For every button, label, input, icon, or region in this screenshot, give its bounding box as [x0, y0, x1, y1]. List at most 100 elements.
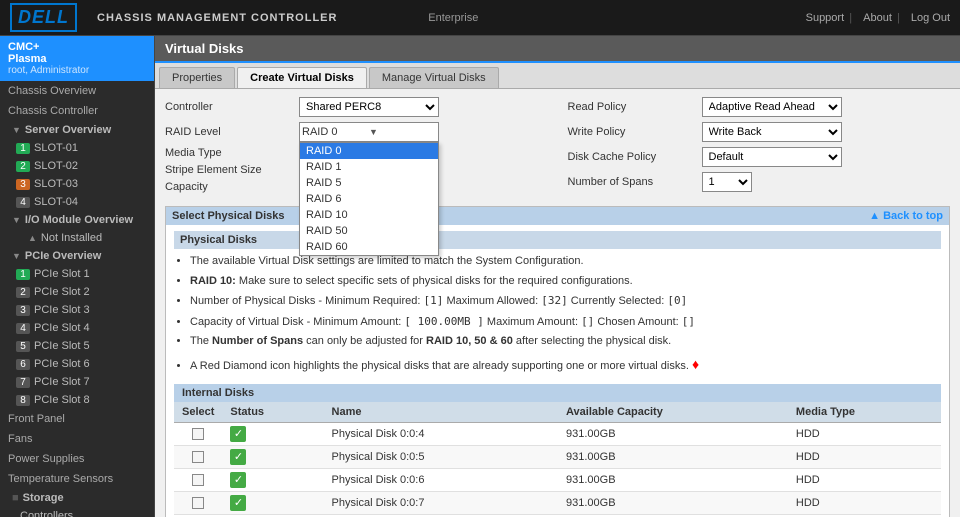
header: DELL CHASSIS MANAGEMENT CONTROLLER Enter…	[0, 0, 960, 36]
note-3: Number of Physical Disks - Minimum Requi…	[190, 292, 941, 311]
raid-option-0[interactable]: RAID 0	[300, 143, 438, 159]
content-area: Controller Shared PERC8 RAID Level RAID …	[155, 89, 960, 517]
sidebar-item-pcie-slot-3[interactable]: 3 PCIe Slot 3	[0, 301, 154, 319]
sidebar-item-front-panel[interactable]: Front Panel	[0, 409, 154, 429]
sidebar-item-slot-03[interactable]: 3 SLOT-03	[0, 175, 154, 193]
raid-option-5[interactable]: RAID 5	[300, 175, 438, 191]
controller-label: Controller	[165, 101, 295, 113]
disk-name-3: Physical Disk 0:0:7	[324, 491, 558, 514]
page-title: Virtual Disks	[155, 36, 960, 63]
raid-option-50[interactable]: RAID 50	[300, 223, 438, 239]
disk-cache-field: Default	[702, 147, 842, 167]
write-policy-label: Write Policy	[568, 126, 698, 138]
sidebar-item-slot-04[interactable]: 4 SLOT-04	[0, 193, 154, 211]
logout-link[interactable]: Log Out	[911, 12, 950, 24]
sidebar-item-pcie-slot-8[interactable]: 8 PCIe Slot 8	[0, 391, 154, 409]
app-title: CHASSIS MANAGEMENT CONTROLLER	[97, 12, 418, 24]
raid-level-label: RAID Level	[165, 126, 295, 138]
tab-create-virtual-disks[interactable]: Create Virtual Disks	[237, 67, 367, 88]
disk-media-0: HDD	[788, 422, 941, 445]
raid-option-10[interactable]: RAID 10	[300, 207, 438, 223]
disk-capacity-2: 931.00GB	[558, 468, 788, 491]
pcie-badge-8: 8	[16, 395, 30, 406]
disk-capacity-0: 931.00GB	[558, 422, 788, 445]
disk-checkbox-3[interactable]	[192, 497, 204, 509]
write-policy-select[interactable]: Write Back	[702, 122, 842, 142]
pcie-badge-4: 4	[16, 323, 30, 334]
disk-media-3: HDD	[788, 491, 941, 514]
sidebar-item-slot-01[interactable]: 1 SLOT-01	[0, 139, 154, 157]
disk-checkbox-cell	[174, 491, 222, 514]
tab-properties[interactable]: Properties	[159, 67, 235, 88]
sidebar-item-pcie-slot-7[interactable]: 7 PCIe Slot 7	[0, 373, 154, 391]
disk-status-2: ✓	[222, 468, 323, 491]
sidebar-item-chassis-controller[interactable]: Chassis Controller	[0, 101, 154, 121]
disk-status-icon-3: ✓	[230, 495, 246, 511]
select-physical-disks-section: Select Physical Disks ▲ Back to top Phys…	[165, 206, 950, 517]
sidebar-item-pcie-overview[interactable]: ▼ PCIe Overview	[0, 247, 154, 265]
disk-status-1: ✓	[222, 445, 323, 468]
about-link[interactable]: About	[863, 12, 892, 24]
col-status: Status	[222, 402, 323, 423]
sidebar-item-fans[interactable]: Fans	[0, 429, 154, 449]
write-policy-field: Write Back	[702, 122, 842, 142]
num-spans-select[interactable]: 1	[702, 172, 752, 192]
app-brand: CMC+	[8, 41, 146, 53]
sidebar-item-power-supplies[interactable]: Power Supplies	[0, 449, 154, 469]
sidebar-item-pcie-slot-4[interactable]: 4 PCIe Slot 4	[0, 319, 154, 337]
controller-row: Controller Shared PERC8	[165, 97, 548, 117]
disk-checkbox-2[interactable]	[192, 474, 204, 486]
col-capacity: Available Capacity	[558, 402, 788, 423]
read-policy-field: Adaptive Read Ahead	[702, 97, 842, 117]
sidebar-item-not-installed[interactable]: ▲ Not Installed	[0, 229, 154, 247]
disk-table: Select Status Name Available Capacity Me…	[174, 402, 941, 517]
edition-label: Enterprise	[428, 12, 478, 24]
sidebar-item-pcie-slot-5[interactable]: 5 PCIe Slot 5	[0, 337, 154, 355]
raid-dropdown-list: RAID 0 RAID 1 RAID 5 RAID 6 RAID 10 RAID…	[299, 142, 439, 256]
read-policy-row: Read Policy Adaptive Read Ahead	[568, 97, 951, 117]
support-link[interactable]: Support	[806, 12, 845, 24]
disk-checkbox-1[interactable]	[192, 451, 204, 463]
sidebar-item-pcie-slot-2[interactable]: 2 PCIe Slot 2	[0, 283, 154, 301]
pcie-badge-2: 2	[16, 287, 30, 298]
header-links: Support | About | Log Out	[800, 12, 950, 24]
raid-option-60[interactable]: RAID 60	[300, 239, 438, 255]
col-name: Name	[324, 402, 558, 423]
stripe-element-label: Stripe Element Size	[165, 164, 295, 176]
disk-cache-row: Disk Cache Policy Default	[568, 147, 951, 167]
read-policy-select[interactable]: Adaptive Read Ahead	[702, 97, 842, 117]
slot-badge-4: 4	[16, 197, 30, 208]
raid-option-6[interactable]: RAID 6	[300, 191, 438, 207]
sidebar-item-slot-02[interactable]: 2 SLOT-02	[0, 157, 154, 175]
sidebar-item-temp-sensors[interactable]: Temperature Sensors	[0, 469, 154, 489]
note-6: A Red Diamond icon highlights the physic…	[190, 353, 941, 376]
tab-manage-virtual-disks[interactable]: Manage Virtual Disks	[369, 67, 499, 88]
sidebar-item-pcie-slot-6[interactable]: 6 PCIe Slot 6	[0, 355, 154, 373]
username-label: root, Administrator	[8, 65, 146, 76]
disk-checkbox-0[interactable]	[192, 428, 204, 440]
sidebar-item-server-overview[interactable]: ▼ Server Overview	[0, 121, 154, 139]
sidebar-item-pcie-slot-1[interactable]: 1 PCIe Slot 1	[0, 265, 154, 283]
form-left-col: Controller Shared PERC8 RAID Level RAID …	[165, 97, 548, 198]
raid-level-value: RAID 0	[302, 126, 369, 138]
num-spans-field: 1	[702, 172, 752, 192]
raid-option-1[interactable]: RAID 1	[300, 159, 438, 175]
layout: CMC+ Plasma root, Administrator Chassis …	[0, 36, 960, 517]
internal-disks-section: Internal Disks Select Status Name Availa…	[174, 384, 941, 517]
raid-level-input[interactable]: RAID 0 ▼	[299, 122, 439, 142]
sidebar-item-storage[interactable]: ■ Storage	[0, 489, 154, 507]
col-select: Select	[174, 402, 222, 423]
disk-table-header-row: Select Status Name Available Capacity Me…	[174, 402, 941, 423]
sidebar-item-controllers[interactable]: Controllers	[0, 507, 154, 517]
write-policy-row: Write Policy Write Back	[568, 122, 951, 142]
notes-area: The available Virtual Disk settings are …	[174, 253, 941, 376]
controller-field: Shared PERC8	[299, 97, 439, 117]
note-2: RAID 10: Make sure to select specific se…	[190, 273, 941, 291]
table-row: ✓ Physical Disk 0:0:6 931.00GB HDD	[174, 468, 941, 491]
sidebar-item-io-overview[interactable]: ▼ I/O Module Overview	[0, 211, 154, 229]
sidebar-item-chassis-overview[interactable]: Chassis Overview	[0, 81, 154, 101]
internal-disks-header: Internal Disks	[174, 384, 941, 402]
controller-select[interactable]: Shared PERC8	[299, 97, 439, 117]
disk-cache-select[interactable]: Default	[702, 147, 842, 167]
back-to-top-link[interactable]: ▲ Back to top	[869, 210, 943, 222]
